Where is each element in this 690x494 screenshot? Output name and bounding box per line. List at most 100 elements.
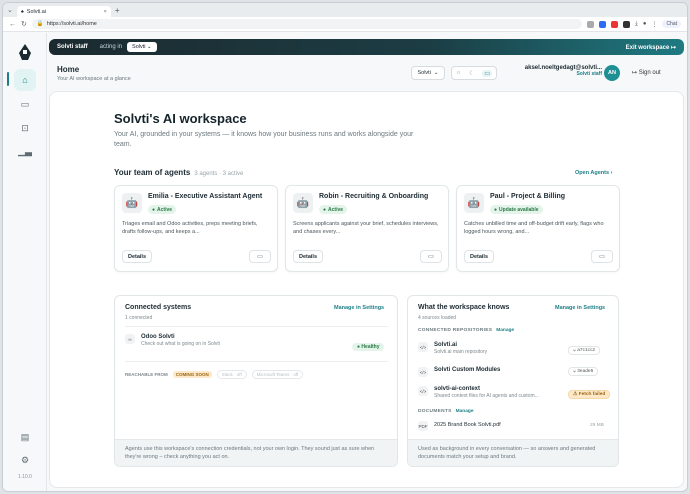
menu-icon[interactable]: ⋮ <box>651 21 657 28</box>
agent-card[interactable]: 🤖 Emilia - Executive Assistant Agent ● Ac… <box>114 185 278 272</box>
page-title: Home <box>57 64 80 74</box>
solvti-logo-icon <box>19 44 31 60</box>
panel-count: 4 sources loaded <box>418 315 457 321</box>
moon-icon[interactable]: ☾ <box>469 70 474 77</box>
gear-icon: ⚙ <box>20 454 30 465</box>
details-button[interactable]: Details <box>464 250 494 263</box>
chevron-down-icon: ⌄ <box>433 70 439 76</box>
open-agents-link[interactable]: Open Agents › <box>575 170 612 176</box>
profile-icon[interactable]: ● <box>643 21 647 27</box>
sidebar-item-tasks[interactable]: ▤ <box>14 426 36 448</box>
agent-card[interactable]: 🤖 Robin - Recruiting & Onboarding ● Activ… <box>285 185 449 272</box>
agent-description: Screens applicants against your brief, s… <box>293 221 439 235</box>
status-dot-icon: ● <box>494 206 498 213</box>
status-dot-icon: ● <box>323 206 327 213</box>
document-row[interactable]: PDF 2025 Brand Book Solvti.pdf <box>418 421 501 431</box>
commit-hash: 3eade5 <box>577 369 594 374</box>
user-info: aksel.noeltgedagt@solvti... Solvti staff <box>514 65 602 77</box>
status-label: Healthy <box>361 344 380 350</box>
agent-name: Emilia - Executive Assistant Agent <box>148 193 263 200</box>
sign-out-label: Sign out <box>638 70 661 76</box>
repos-section-label: CONNECTED REPOSITORIES Manage <box>418 328 514 333</box>
coming-soon-badge: COMING SOON <box>172 371 212 378</box>
message-icon: ▭ <box>428 254 434 260</box>
sign-out-button[interactable]: ↦ Sign out <box>632 69 661 76</box>
back-icon[interactable]: ← <box>9 21 16 28</box>
new-tab-icon[interactable]: + <box>115 6 120 15</box>
reachable-label: REACHABLE FROM <box>125 372 168 377</box>
docs-label: DOCUMENTS <box>418 409 452 414</box>
repos-manage-link[interactable]: Manage <box>496 328 514 333</box>
repo-row[interactable]: </> Solvti Custom Modules <box>418 367 500 377</box>
workspace-pill-label: Solvti <box>132 44 146 50</box>
sidebar-item-settings[interactable]: ⚙ <box>14 449 36 471</box>
docs-manage-link[interactable]: Manage <box>456 409 474 414</box>
code-icon: </> <box>418 386 428 396</box>
chat-button[interactable]: ▭ <box>249 250 271 263</box>
document-name: 2025 Brand Book Solvti.pdf <box>434 422 501 428</box>
acting-label: acting in <box>99 44 123 50</box>
sidebar-item-agents[interactable]: ⊡ <box>14 117 36 139</box>
workspace-pill[interactable]: Solvti ⌄ <box>127 42 157 52</box>
workspace-select-value: Solvti <box>417 70 431 76</box>
details-button[interactable]: Details <box>293 250 323 263</box>
extension-red-icon[interactable] <box>611 20 619 28</box>
slack-chip: Slack · off <box>216 370 247 379</box>
workspace-select[interactable]: Solvti ⌄ <box>411 66 445 80</box>
reload-icon[interactable]: ↻ <box>21 20 27 28</box>
status-label: Active <box>328 206 344 213</box>
manage-settings-link[interactable]: Manage in Settings <box>334 305 384 311</box>
browser-tab[interactable]: ♠ Solvti.ai × <box>16 6 111 17</box>
details-button[interactable]: Details <box>122 250 152 263</box>
chat-button[interactable]: Chat <box>662 20 681 28</box>
agent-card[interactable]: 🤖 Paul - Project & Billing ● Update avail… <box>456 185 620 272</box>
divider <box>125 361 388 362</box>
code-icon: </> <box>418 342 428 352</box>
extension-dark-icon[interactable] <box>623 20 631 28</box>
extension-icon[interactable] <box>599 20 607 28</box>
branch-icon: ⑂ <box>573 369 576 375</box>
chat-button[interactable]: ▭ <box>591 250 613 263</box>
sun-icon[interactable]: ☼ <box>456 70 462 76</box>
message-icon: ▭ <box>599 254 605 260</box>
divider <box>125 326 388 327</box>
docs-section-label: DOCUMENTS Manage <box>418 409 474 414</box>
link-icon: ∞ <box>125 334 135 344</box>
system-row[interactable]: ∞ Odoo Solvti Check out what is going on… <box>125 334 220 347</box>
sidebar-item-chat[interactable]: ▭ <box>14 93 36 115</box>
sidebar-item-home[interactable]: ⌂ <box>14 69 36 91</box>
tab-search-icon[interactable]: ⌄ <box>7 6 13 14</box>
download-icon[interactable]: ⤓ <box>635 21 638 28</box>
agent-avatar-icon: 🤖 <box>122 193 142 213</box>
panel-title: What the workspace knows <box>418 304 510 311</box>
status-dot-icon: ● <box>152 206 156 213</box>
reader-icon[interactable] <box>587 20 595 28</box>
system-description: Check out what is going on in Solvti <box>141 341 220 347</box>
repos-label: CONNECTED REPOSITORIES <box>418 328 493 333</box>
avatar[interactable]: AN <box>604 65 620 81</box>
sidebar-item-analytics[interactable]: ▁▃ <box>14 140 36 162</box>
monitor-icon[interactable]: ▭ <box>482 69 493 77</box>
address-bar: ← ↻ 🔒 https://solvti.ai/home ⤓ ● ⋮ Chat <box>3 17 687 32</box>
agent-description: Catches unbilled time and off-budget dri… <box>464 221 604 235</box>
warning-icon: ⚠ <box>573 392 578 397</box>
chat-button[interactable]: ▭ <box>420 250 442 263</box>
version-label: 1.10.0 <box>18 474 32 480</box>
exit-workspace-button[interactable]: Exit workspace ↦ <box>626 44 676 51</box>
repo-name: Solvti Custom Modules <box>434 367 501 373</box>
tab-favicon-icon: ♠ <box>20 8 24 15</box>
status-badge: ● Active <box>319 205 348 214</box>
reachable-row: REACHABLE FROM COMING SOON Slack · off M… <box>125 370 304 379</box>
tab-bar: ⌄ ♠ Solvti.ai × + <box>3 3 687 17</box>
manage-settings-link[interactable]: Manage in Settings <box>555 305 605 311</box>
clipboard-icon: ▤ <box>20 431 30 442</box>
repo-row[interactable]: </> Solvti.ai Solvti.ai main repository <box>418 342 487 355</box>
repo-row[interactable]: </> solvti-ai-context Shared context file… <box>418 386 539 399</box>
workspace-title: Solvti's AI workspace <box>114 111 247 126</box>
panel-footer: Agents use this workspace's connection c… <box>115 439 397 466</box>
staff-label: Solvti staff <box>57 44 88 50</box>
close-tab-icon[interactable]: × <box>104 9 107 15</box>
extensions: ⤓ ● ⋮ Chat <box>587 20 681 28</box>
url-field[interactable]: 🔒 https://solvti.ai/home <box>31 19 583 29</box>
status-label: Update available <box>499 206 539 213</box>
